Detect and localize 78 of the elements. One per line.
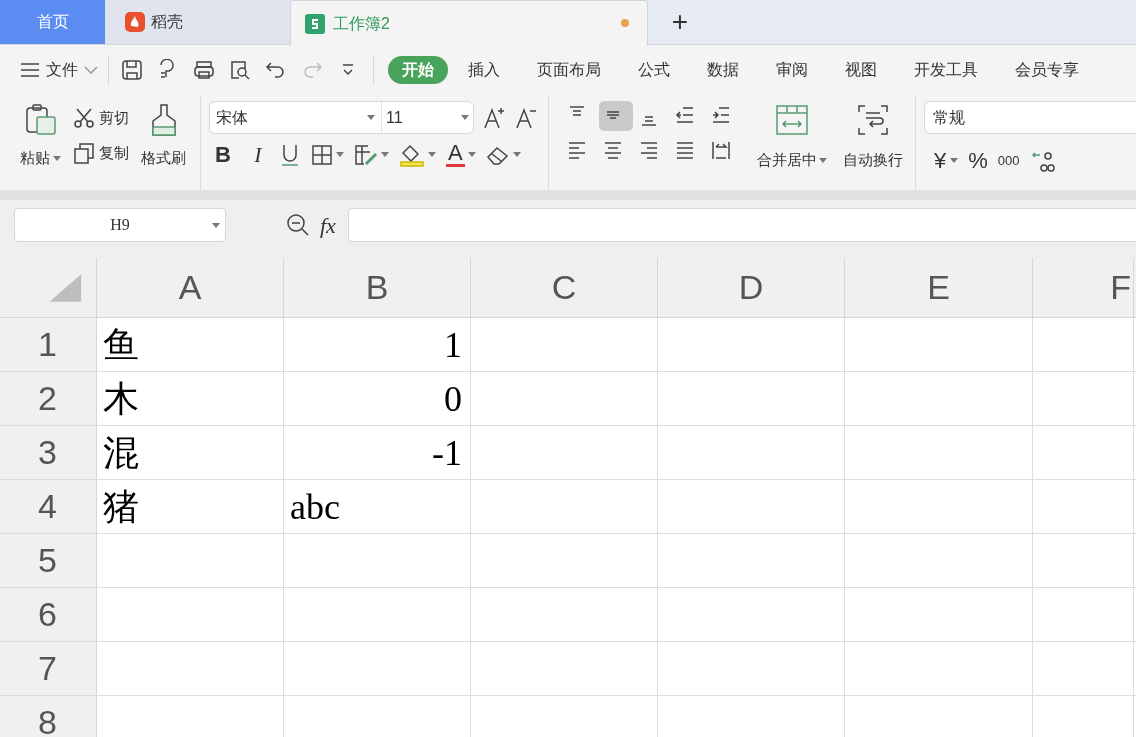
cell-style-icon[interactable] [354, 143, 378, 166]
menu-icon [20, 62, 40, 78]
row-header[interactable]: 8 [38, 697, 57, 737]
copy-icon [73, 141, 95, 164]
undo-icon[interactable] [265, 59, 287, 81]
row-header[interactable]: 3 [38, 427, 57, 478]
caret-icon[interactable] [53, 155, 61, 161]
new-tab-button[interactable]: + [648, 0, 712, 44]
currency-button[interactable]: ¥ [934, 144, 947, 177]
cell-text: 1 [444, 326, 462, 363]
cell-text: 猪 [103, 488, 139, 525]
italic-button[interactable]: I [247, 143, 269, 166]
cell-text: 混 [103, 434, 139, 471]
row-header[interactable]: 7 [38, 643, 57, 694]
function-button[interactable]: fx [320, 208, 336, 242]
caret-icon[interactable] [212, 223, 220, 228]
tab[interactable]: 稻壳 [105, 0, 290, 44]
print-icon[interactable] [193, 59, 215, 81]
column-header[interactable]: A [178, 262, 202, 313]
middle-align-icon[interactable] [599, 101, 633, 131]
merge-cells-icon [775, 103, 809, 137]
font-color-button[interactable]: A [446, 142, 465, 167]
zoom-icon[interactable] [286, 213, 310, 237]
menu-tab[interactable]: 开发工具 [912, 58, 980, 82]
format-painter-button[interactable]: 格式刷 [141, 103, 186, 190]
menu-tab[interactable]: 数据 [705, 58, 741, 82]
copy-button[interactable]: 复制 [73, 141, 129, 164]
row-header[interactable]: 2 [38, 373, 57, 424]
underline-icon[interactable] [279, 142, 301, 167]
wrap-text-icon [856, 103, 890, 137]
column-header[interactable]: D [738, 262, 764, 313]
menu-tab[interactable]: 会员专享 [1013, 58, 1081, 82]
cell-text: -1 [432, 434, 462, 471]
menu-tab[interactable]: 视图 [843, 58, 879, 82]
menu-tab[interactable]: 页面布局 [535, 58, 603, 82]
caret-icon[interactable] [512, 152, 521, 157]
cut-button[interactable]: 剪切 [73, 107, 129, 130]
paste-button[interactable]: 粘贴 [20, 103, 61, 190]
row-header[interactable]: 1 [38, 319, 57, 370]
borders-icon[interactable] [311, 143, 333, 166]
menu-tab[interactable]: 公式 [636, 58, 672, 82]
flame-icon [125, 12, 145, 32]
menu-tab[interactable]: 审阅 [774, 58, 810, 82]
row-header[interactable]: 5 [38, 535, 57, 586]
cell-text: 鱼 [103, 326, 139, 363]
chevron-down-icon [84, 66, 98, 74]
column-header[interactable]: C [551, 262, 577, 313]
caret-icon[interactable] [336, 152, 344, 157]
menu-tab[interactable]: 插入 [466, 58, 502, 82]
increase-font-icon[interactable] [482, 105, 506, 130]
save-icon[interactable] [121, 59, 143, 81]
caret-icon[interactable] [428, 152, 436, 157]
column-header[interactable]: F [1110, 262, 1131, 313]
thousands-button[interactable]: 000 [997, 150, 1020, 171]
caret-icon[interactable] [950, 158, 959, 163]
row-header[interactable]: 6 [38, 589, 57, 640]
bold-button[interactable]: B [215, 143, 237, 166]
percent-button[interactable]: % [968, 144, 988, 177]
merge-center-button[interactable]: 合并居中 [757, 101, 827, 172]
caret-icon[interactable] [381, 152, 389, 157]
cell-text: abc [290, 488, 340, 525]
caret-icon[interactable] [467, 152, 476, 157]
cell-text: 木 [103, 380, 139, 417]
number-format-field[interactable]: 常规 [924, 101, 1136, 134]
row-header[interactable]: 4 [38, 481, 57, 532]
formula-input[interactable] [347, 208, 1136, 242]
cell-text: 0 [444, 380, 462, 417]
print-preview-icon[interactable] [229, 59, 251, 81]
fill-color-icon[interactable] [399, 142, 425, 167]
spreadsheet-icon [305, 13, 325, 34]
name-box[interactable]: H9 [14, 208, 226, 242]
column-header[interactable]: E [927, 262, 950, 313]
wrap-text-button[interactable]: 自动换行 [843, 101, 903, 172]
clipboard-icon [23, 103, 58, 137]
column-header[interactable]: B [365, 262, 389, 313]
file-menu[interactable]: 文件 [20, 58, 108, 82]
scissors-icon [73, 107, 95, 130]
caret-icon[interactable] [819, 157, 827, 163]
